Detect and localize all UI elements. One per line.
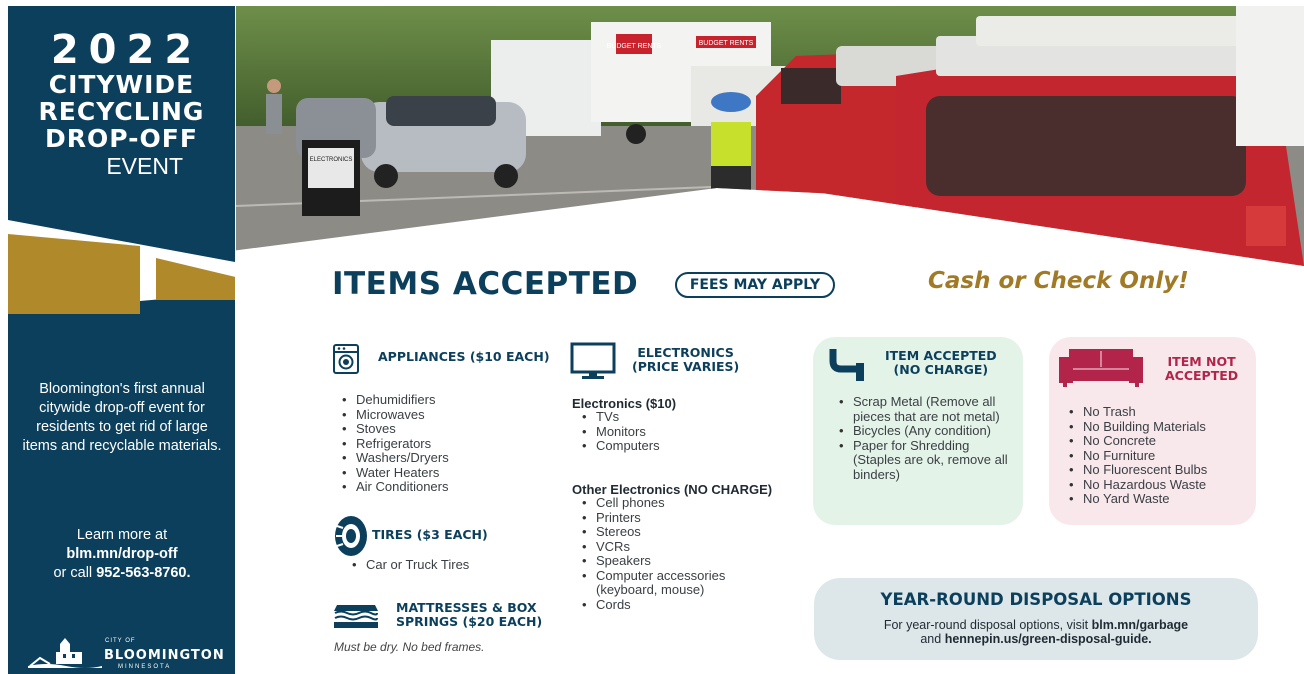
logo-state: MINNESOTA xyxy=(118,664,172,670)
event-title: 2022 CITYWIDE RECYCLING DROP-OFF EVENT xyxy=(8,30,235,178)
truck-logo-1: BUDGET RENTS xyxy=(607,43,662,50)
list-item: Car or Truck Tires xyxy=(348,557,469,573)
list-item: Microwaves xyxy=(338,407,449,423)
electronics-heading-line1: ELECTRONICS xyxy=(637,345,734,360)
list-item: No Concrete xyxy=(1065,433,1245,449)
year-round-card: YEAR-ROUND DISPOSAL OPTIONS For year-rou… xyxy=(814,578,1258,660)
fees-badge: FEES MAY APPLY xyxy=(675,272,835,298)
title-line-dropoff: DROP-OFF xyxy=(45,124,198,153)
list-item: No Building Materials xyxy=(1065,419,1245,435)
year-round-and: and xyxy=(920,632,942,646)
washing-machine-icon xyxy=(333,344,359,374)
list-item: Printers xyxy=(578,510,758,526)
year-round-prefix: For year-round disposal options, visit xyxy=(883,618,1089,632)
list-item: No Trash xyxy=(1065,404,1245,420)
mattresses-heading-line2: SPRINGS ($20 EACH) xyxy=(396,614,543,629)
contact-info: Learn more at blm.mn/drop-off or call 95… xyxy=(22,526,222,583)
event-description: Bloomington's first annual citywide drop… xyxy=(22,381,222,454)
city-hall-icon xyxy=(28,638,102,668)
appliances-list: Dehumidifiers Microwaves Stoves Refriger… xyxy=(338,392,449,495)
logo-city-of: CITY OF xyxy=(105,638,136,644)
list-item: Stereos xyxy=(578,524,758,540)
year-round-heading: YEAR-ROUND DISPOSAL OPTIONS xyxy=(880,590,1192,609)
list-item: Stoves xyxy=(338,421,449,437)
city-logo: CITY OF BLOOMINGTON MINNESOTA xyxy=(26,636,224,672)
not-accepted-heading-line2: ACCEPTED xyxy=(1165,368,1239,383)
list-item: Cords xyxy=(578,597,758,613)
event-photo: BUDGET RENTS BUDGET RENTS ELECTRONICS xyxy=(236,6,1304,266)
list-item: Refrigerators xyxy=(338,436,449,452)
title-line-citywide: CITYWIDE xyxy=(48,70,195,99)
learn-more-label: Learn more at xyxy=(76,527,168,543)
list-item: VCRs xyxy=(578,539,758,555)
drop-off-link[interactable]: blm.mn/drop-off xyxy=(66,546,177,562)
tire-icon xyxy=(335,516,367,556)
list-item: No Hazardous Waste xyxy=(1065,477,1245,493)
list-item: Paper for Shredding (Staples are ok, rem… xyxy=(835,438,1015,483)
call-label: or call xyxy=(53,565,93,581)
not-accepted-heading: ITEM NOT ACCEPTED xyxy=(1165,355,1238,383)
electronics-heading: ELECTRONICS (PRICE VARIES) xyxy=(632,346,739,374)
list-item: Air Conditioners xyxy=(338,479,449,495)
electronics-paid-list: TVs Monitors Computers xyxy=(578,409,660,454)
payment-note: Cash or Check Only! xyxy=(928,268,1189,294)
mattresses-note: Must be dry. No bed frames. xyxy=(334,640,485,654)
electronics-heading-line2: (PRICE VARIES) xyxy=(632,359,740,374)
tires-heading: TIRES ($3 EACH) xyxy=(372,527,488,542)
list-item: Monitors xyxy=(578,424,660,440)
list-item: Dehumidifiers xyxy=(338,392,449,408)
tires-list: Car or Truck Tires xyxy=(348,557,469,573)
list-item: No Furniture xyxy=(1065,448,1245,464)
garbage-link[interactable]: blm.mn/garbage xyxy=(1092,618,1189,632)
title-line-recycling: RECYCLING xyxy=(38,97,205,126)
list-item: Washers/Dryers xyxy=(338,450,449,466)
electronics-free-list: Cell phones Printers Stereos VCRs Speake… xyxy=(578,495,758,613)
not-accepted-heading-line1: ITEM NOT xyxy=(1167,354,1236,369)
truck-logo-2: BUDGET RENTS xyxy=(699,40,754,47)
page-title: ITEMS ACCEPTED xyxy=(332,266,639,302)
list-item: Cell phones xyxy=(578,495,758,511)
monitor-icon xyxy=(570,342,616,379)
title-line-event: EVENT xyxy=(106,153,183,179)
list-item: Scrap Metal (Remove all pieces that are … xyxy=(835,394,1015,424)
mattresses-heading-line1: MATTRESSES & BOX xyxy=(396,600,537,615)
no-charge-card: ITEM ACCEPTED (NO CHARGE) Scrap Metal (R… xyxy=(813,337,1023,525)
list-item: Bicycles (Any condition) xyxy=(835,423,1015,439)
no-charge-heading-line2: (NO CHARGE) xyxy=(893,362,989,377)
list-item: Computer accessories (keyboard, mouse) xyxy=(578,568,758,598)
appliances-heading: APPLIANCES ($10 EACH) xyxy=(378,349,550,364)
mattresses-heading: MATTRESSES & BOX SPRINGS ($20 EACH) xyxy=(396,601,542,629)
not-accepted-list: No Trash No Building Materials No Concre… xyxy=(1065,404,1245,507)
phone-number[interactable]: 952-563-8760. xyxy=(96,565,190,581)
not-accepted-card: ITEM NOT ACCEPTED No Trash No Building M… xyxy=(1049,337,1256,525)
decorative-gold-stripe xyxy=(8,234,140,314)
list-item: TVs xyxy=(578,409,660,425)
event-year: 2022 xyxy=(50,27,203,73)
no-charge-heading-line1: ITEM ACCEPTED xyxy=(885,348,997,363)
mattress-icon xyxy=(334,605,378,628)
pipe-icon xyxy=(829,349,864,381)
list-item: No Fluorescent Bulbs xyxy=(1065,462,1245,478)
list-item: Water Heaters xyxy=(338,465,449,481)
year-round-text: For year-round disposal options, visit b… xyxy=(814,618,1258,646)
no-charge-heading: ITEM ACCEPTED (NO CHARGE) xyxy=(885,349,997,377)
sidebar-panel: 2022 CITYWIDE RECYCLING DROP-OFF EVENT B… xyxy=(8,6,235,674)
list-item: Computers xyxy=(578,438,660,454)
list-item: No Yard Waste xyxy=(1065,491,1245,507)
logo-city-name: BLOOMINGTON xyxy=(104,648,225,663)
no-charge-list: Scrap Metal (Remove all pieces that are … xyxy=(835,394,1015,483)
couch-icon xyxy=(1059,349,1143,387)
photo-sign-text: ELECTRONICS xyxy=(310,157,353,163)
list-item: Speakers xyxy=(578,553,758,569)
hennepin-link[interactable]: hennepin.us/green-disposal-guide. xyxy=(945,632,1152,646)
electronics-paid-heading: Electronics ($10) xyxy=(572,396,677,411)
